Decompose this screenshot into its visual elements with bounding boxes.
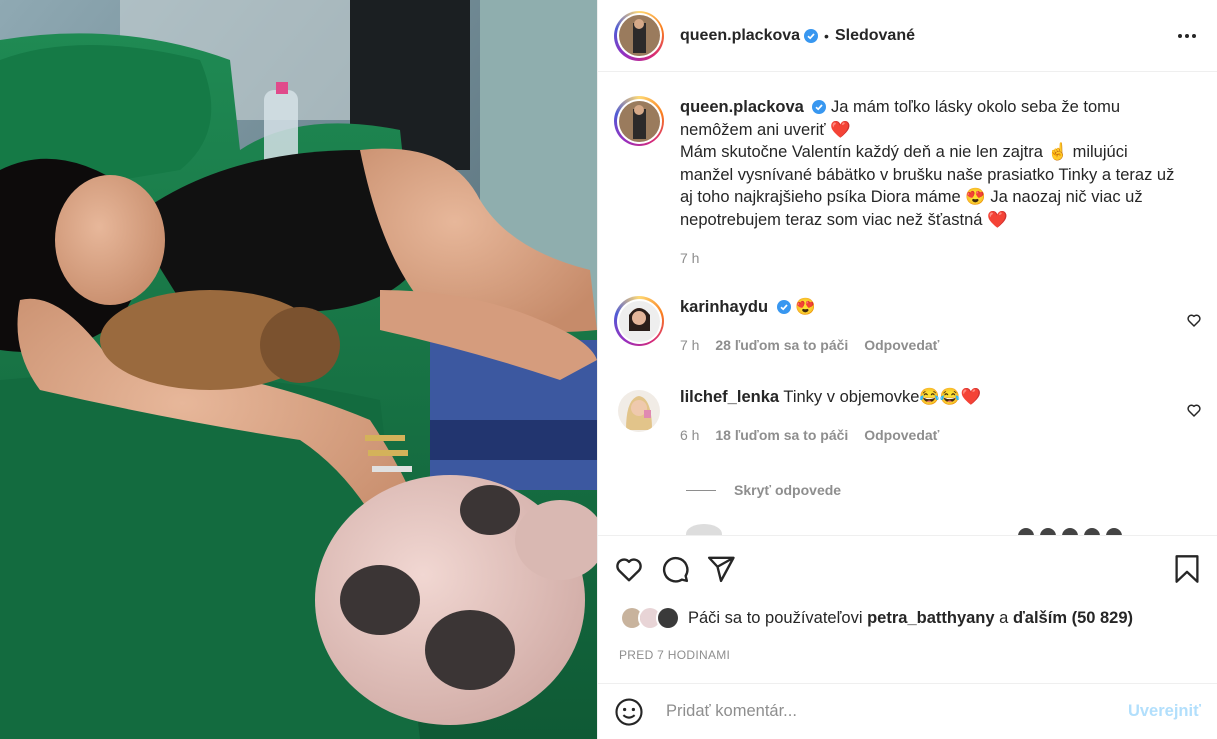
reply-button[interactable]: Odpovedať: [864, 337, 939, 353]
comment-username[interactable]: karinhaydu: [680, 298, 768, 316]
comment-avatar[interactable]: [618, 390, 660, 432]
comment-avatar[interactable]: [614, 296, 664, 346]
post-header: queen.plackova • Sledované: [598, 0, 1217, 72]
share-send-icon[interactable]: [706, 554, 736, 584]
likes-summary: Páči sa to používateľovi petra_batthyany…: [620, 606, 1133, 630]
verified-badge-icon: [776, 300, 791, 314]
hide-replies-button[interactable]: Skryť odpovede: [686, 482, 841, 498]
author-avatar[interactable]: [614, 10, 664, 61]
post-actions: Páči sa to používateľovi petra_batthyany…: [598, 535, 1217, 683]
comment-likes[interactable]: 18 ľuďom sa to páči: [715, 427, 848, 443]
post-image: [0, 0, 597, 739]
comment-text: 😍: [795, 298, 816, 316]
caption-username[interactable]: queen.plackova: [680, 98, 804, 116]
caption-text: nemôžem ani uveriť ❤️: [680, 120, 851, 139]
post-caption: queen.plackova Ja mám toľko lásky okolo …: [614, 96, 1194, 270]
reply-button[interactable]: Odpovedať: [864, 427, 939, 443]
more-options-icon[interactable]: [1175, 26, 1199, 46]
comment-timestamp[interactable]: 7 h: [680, 337, 699, 353]
like-heart-icon[interactable]: [614, 554, 644, 584]
comments-section[interactable]: queen.plackova Ja mám toľko lásky okolo …: [598, 72, 1217, 535]
publish-button[interactable]: Uverejniť: [1128, 702, 1201, 721]
comment-username[interactable]: lilchef_lenka: [680, 388, 779, 406]
caption-text: nepotrebujem teraz som viac než šťastná …: [680, 210, 1008, 229]
hide-replies-line: [686, 489, 716, 491]
comment-text: Tinky v objemovke😂😂❤️: [783, 388, 982, 406]
liker-avatar: [656, 606, 680, 630]
post-panel: queen.plackova • Sledované queen.plackov…: [597, 0, 1217, 739]
follow-state-button[interactable]: Sledované: [835, 27, 915, 45]
next-comment-emoji-row: [1018, 528, 1122, 535]
save-bookmark-icon[interactable]: [1173, 554, 1201, 584]
comment-likes[interactable]: 28 ľuďom sa to páči: [715, 337, 848, 353]
caption-text: manžel vysnívané bábätko v brušku naše p…: [680, 165, 1175, 184]
hide-replies-label: Skryť odpovede: [734, 482, 842, 498]
comment-item: lilchef_lenka Tinky v objemovke😂😂❤️ 6 h …: [614, 386, 1202, 446]
comment-timestamp[interactable]: 6 h: [680, 427, 699, 443]
likes-prefix: Páči sa to používateľovi: [688, 608, 863, 627]
post-photo[interactable]: [0, 0, 597, 739]
likes-others-link[interactable]: ďalším (50 829): [1013, 609, 1133, 627]
caption-text: Mám skutočne Valentín každý deň a nie le…: [680, 143, 1128, 161]
likes-user-link[interactable]: petra_batthyany: [867, 609, 994, 627]
comment-input[interactable]: Pridať komentár...: [666, 702, 1128, 721]
like-comment-heart-icon[interactable]: [1186, 402, 1202, 418]
comment-bubble-icon[interactable]: [660, 554, 690, 584]
likes-connector: a: [999, 608, 1009, 627]
verified-badge-icon: [812, 100, 827, 114]
post-timestamp[interactable]: PRED 7 HODINAMI: [619, 648, 730, 662]
verified-badge-icon: [804, 28, 819, 43]
comment-item: karinhaydu 😍 7 h 28 ľuďom sa to páči Odp…: [614, 296, 1202, 356]
caption-text: Ja mám toľko lásky okolo seba že tomu: [831, 98, 1121, 116]
caption-text: aj toho najkrajšieho psíka Diora máme 😍 …: [680, 188, 1143, 206]
caption-timestamp[interactable]: 7 h: [680, 247, 1180, 270]
header-separator: •: [824, 27, 829, 44]
add-comment-bar: Pridať komentár... Uverejniť: [598, 683, 1217, 739]
caption-avatar[interactable]: [614, 96, 664, 146]
next-comment-avatar: [686, 524, 722, 535]
author-username[interactable]: queen.plackova: [680, 27, 800, 45]
like-comment-heart-icon[interactable]: [1186, 312, 1202, 328]
emoji-smile-icon[interactable]: [614, 697, 644, 727]
